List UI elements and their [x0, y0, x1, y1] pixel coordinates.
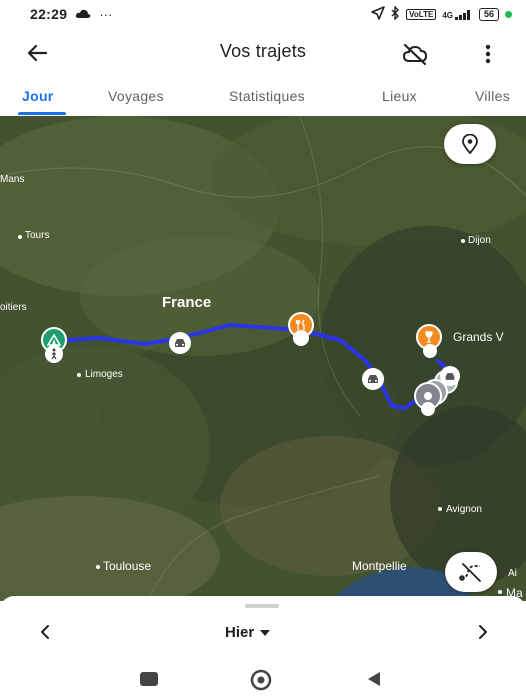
map-label-montpellier: Montpellie	[352, 559, 407, 573]
tab-voyages[interactable]: Voyages	[108, 88, 164, 104]
page-title: Vos trajets	[219, 41, 307, 61]
system-nav-bar	[0, 656, 526, 700]
signal-icon: 4G	[442, 9, 473, 20]
day-selector[interactable]: Hier	[225, 624, 271, 641]
car-icon	[175, 339, 185, 347]
dropdown-arrow-icon	[260, 629, 271, 636]
tab-statistiques[interactable]: Statistiques	[229, 88, 305, 104]
day-navigation-sheet: Hier	[0, 596, 526, 656]
app-bar: Vos trajets	[0, 28, 526, 78]
wine-glass-icon	[425, 331, 433, 343]
day-label: Hier	[225, 624, 255, 641]
map-label-dijon: Dijon	[468, 235, 491, 246]
route-off-icon	[459, 563, 481, 582]
stop-marker	[421, 402, 435, 416]
location-pin-icon	[462, 134, 478, 154]
tab-jour[interactable]: Jour	[22, 88, 54, 104]
route-visibility-button[interactable]	[445, 552, 497, 592]
chevron-left-icon	[41, 625, 49, 639]
chevron-right-icon	[479, 625, 487, 639]
map-label-poitiers: oitiers	[0, 302, 27, 313]
bluetooth-icon	[391, 4, 400, 23]
system-back-button[interactable]	[365, 670, 383, 688]
back-triangle-icon	[368, 672, 380, 686]
more-notifications-icon: ···	[99, 6, 113, 22]
car-icon	[445, 372, 455, 380]
privacy-indicator-icon	[505, 10, 512, 18]
map-label-avignon: Avignon	[446, 504, 482, 515]
map-label-toulouse: Toulouse	[103, 559, 152, 573]
walking-marker[interactable]	[45, 345, 63, 363]
map-label-tours: Tours	[25, 230, 50, 241]
tab-villes[interactable]: Villes	[475, 88, 510, 104]
timeline-tabs: Jour Voyages Statistiques Lieux Villes	[0, 78, 526, 117]
status-time: 22:29	[30, 6, 68, 22]
status-bar: 22:29 ··· VoLTE 4G 56	[0, 0, 526, 28]
volte-icon: VoLTE	[406, 8, 437, 20]
sheet-drag-handle[interactable]	[245, 604, 279, 608]
navigation-arrow-icon	[371, 5, 385, 23]
car-segment-marker[interactable]	[362, 368, 384, 390]
home-button[interactable]	[250, 669, 272, 691]
car-icon	[368, 375, 378, 383]
map-label-grands-vins: Grands V	[453, 330, 504, 344]
map-label-ai: Ai	[508, 568, 517, 579]
walking-icon	[51, 348, 57, 360]
places-button[interactable]	[444, 124, 496, 164]
car-segment-marker[interactable]	[169, 332, 191, 354]
map-label-france: France	[162, 294, 212, 311]
recents-button[interactable]	[140, 672, 158, 686]
map-view[interactable]: Mans Tours Dijon oitiers France Limoges …	[0, 116, 526, 601]
next-day-button[interactable]	[474, 622, 492, 642]
map-label-mans: Mans	[0, 174, 25, 185]
more-vert-icon	[485, 44, 491, 64]
cloud-off-icon	[402, 43, 428, 66]
battery-icon: 56	[478, 7, 499, 21]
more-options-button[interactable]	[476, 39, 500, 69]
cloud-icon	[75, 7, 91, 22]
active-tab-indicator	[18, 112, 66, 115]
hide-location-button[interactable]	[400, 39, 430, 69]
stop-marker	[293, 330, 309, 346]
previous-day-button[interactable]	[36, 622, 54, 642]
home-circle-icon	[250, 669, 272, 691]
stop-marker	[423, 344, 437, 358]
map-label-limoges: Limoges	[85, 369, 123, 380]
tab-lieux[interactable]: Lieux	[382, 88, 417, 104]
satellite-map	[0, 116, 526, 601]
